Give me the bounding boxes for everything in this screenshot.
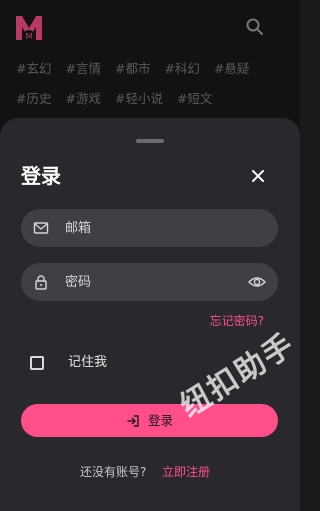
- register-link[interactable]: 立即注册: [162, 464, 210, 480]
- email-field[interactable]: [21, 209, 278, 247]
- password-input[interactable]: [65, 263, 245, 301]
- sheet-drag-handle[interactable]: [136, 139, 164, 143]
- login-button[interactable]: 登录: [21, 404, 278, 437]
- login-sheet: 登录 忘记密码? 记住我 登录 还: [0, 118, 300, 511]
- login-button-label: 登录: [147, 412, 173, 428]
- close-icon[interactable]: [248, 166, 268, 186]
- no-account-text: 还没有账号?: [80, 465, 147, 479]
- login-arrow-icon: [127, 414, 139, 427]
- remember-me-label[interactable]: 记住我: [68, 354, 107, 372]
- eye-icon[interactable]: [248, 274, 266, 290]
- remember-me-checkbox[interactable]: [30, 356, 44, 370]
- password-field[interactable]: [21, 263, 278, 301]
- remember-me-row[interactable]: 记住我: [30, 354, 107, 372]
- lock-icon: [35, 275, 47, 290]
- login-title: 登录: [21, 164, 61, 188]
- email-input[interactable]: [65, 209, 245, 247]
- mail-icon: [33, 222, 49, 234]
- forgot-password-link[interactable]: 忘记密码?: [210, 313, 264, 329]
